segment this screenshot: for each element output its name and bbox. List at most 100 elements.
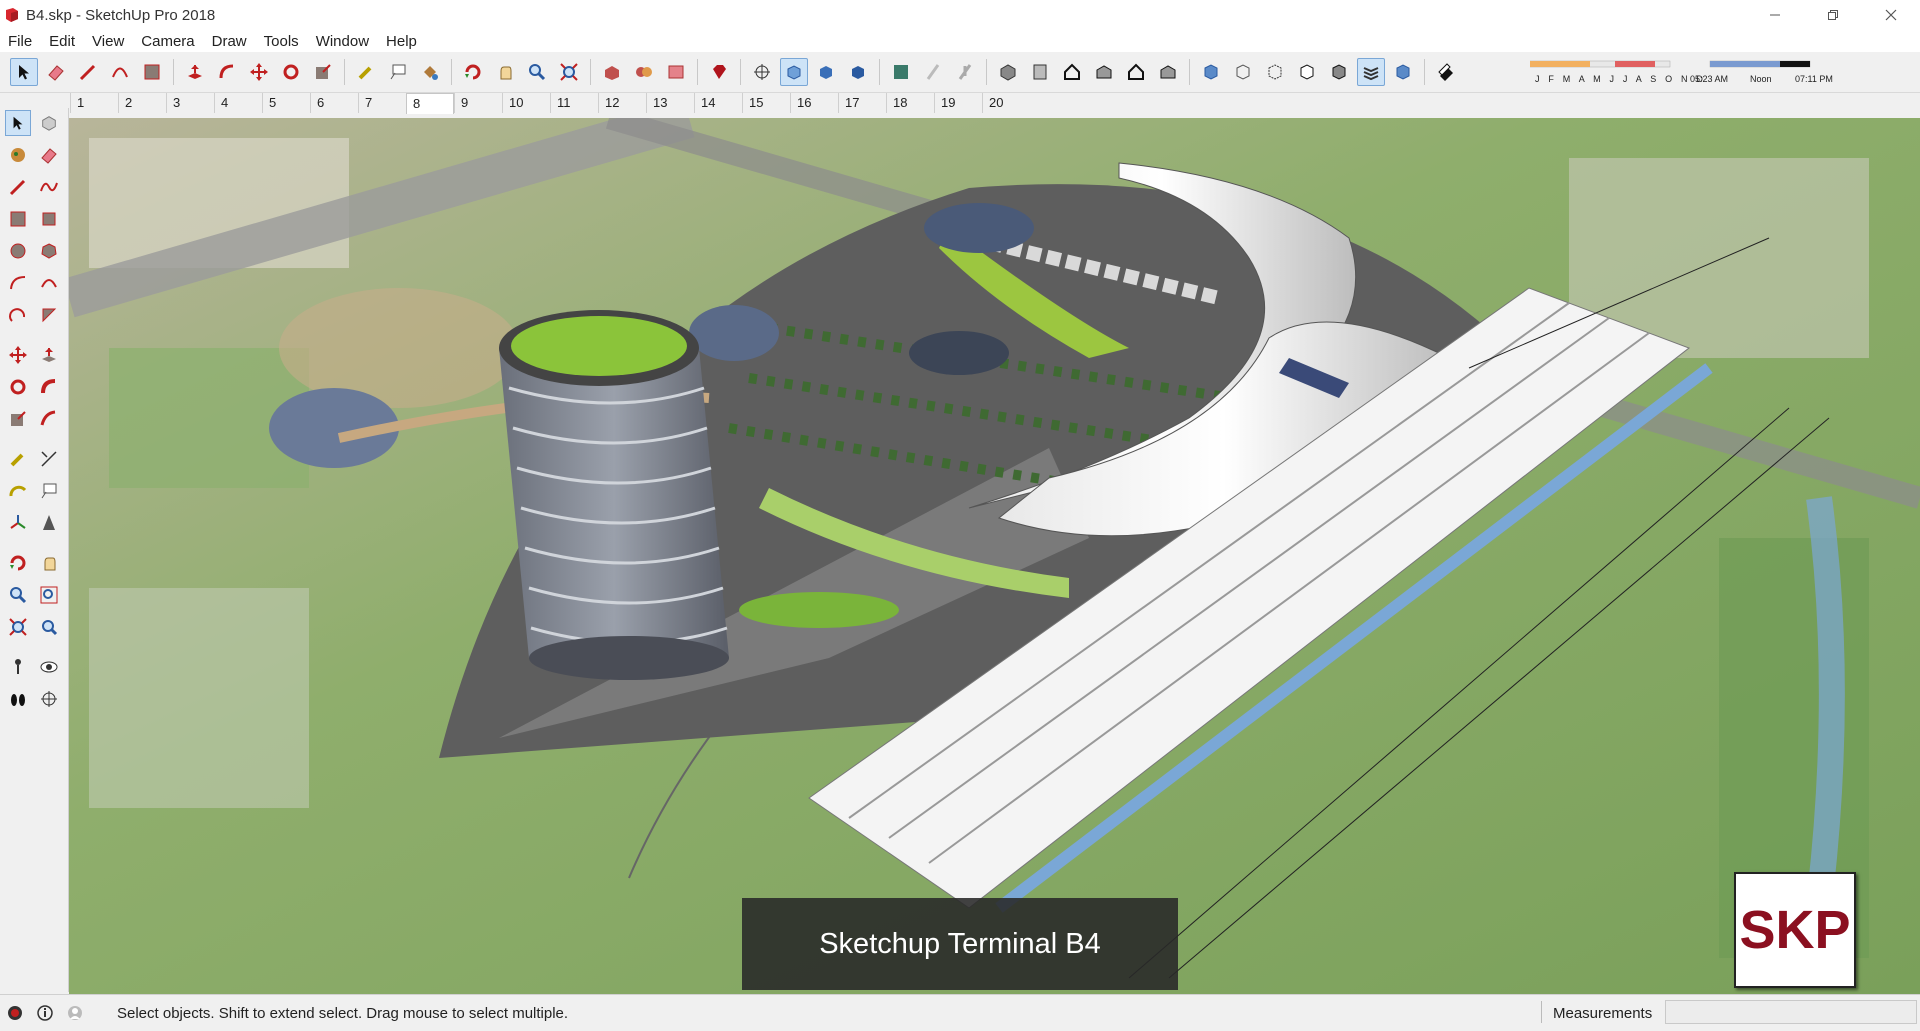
monochrome-button[interactable] [919, 58, 947, 86]
tape-measure-tool-button[interactable] [352, 58, 380, 86]
scene-tab-13[interactable]: 13 [646, 93, 695, 113]
scene-tab-16[interactable]: 16 [790, 93, 839, 113]
lt-axes[interactable] [5, 510, 31, 536]
style-xray-button[interactable] [1197, 58, 1225, 86]
line-tool-button[interactable] [74, 58, 102, 86]
paint-bucket-tool-button[interactable] [416, 58, 444, 86]
lt-eraser[interactable] [36, 142, 62, 168]
credits-button[interactable] [36, 1004, 54, 1022]
lt-polygon[interactable] [36, 238, 62, 264]
scene-tab-14[interactable]: 14 [694, 93, 743, 113]
scene-tab-4[interactable]: 4 [214, 93, 263, 113]
scene-tab-19[interactable]: 19 [934, 93, 983, 113]
lt-pan[interactable] [36, 550, 62, 576]
menu-edit[interactable]: Edit [41, 33, 84, 50]
menu-tools[interactable]: Tools [256, 33, 308, 50]
lt-protractor[interactable] [5, 478, 31, 504]
lt-section-plane[interactable] [36, 686, 62, 712]
push-pull-tool-button[interactable] [181, 58, 209, 86]
menu-draw[interactable]: Draw [204, 33, 256, 50]
left-view-button[interactable] [1154, 58, 1182, 86]
lt-orbit[interactable] [5, 550, 31, 576]
soften-button[interactable] [951, 58, 979, 86]
scene-tab-17[interactable]: 17 [838, 93, 887, 113]
iso-view-button[interactable] [994, 58, 1022, 86]
lt-rotated-rectangle[interactable] [36, 206, 62, 232]
style-backedges-button[interactable] [1229, 58, 1257, 86]
top-view-button[interactable] [1026, 58, 1054, 86]
style-monochrome-button[interactable] [1389, 58, 1417, 86]
lt-offset[interactable] [36, 406, 62, 432]
move-tool-button[interactable] [245, 58, 273, 86]
menu-camera[interactable]: Camera [133, 33, 203, 50]
orbit-tool-button[interactable] [459, 58, 487, 86]
follow-me-tool-button[interactable] [213, 58, 241, 86]
lt-rotate[interactable] [5, 374, 31, 400]
minimize-button[interactable] [1746, 0, 1804, 30]
lt-select[interactable] [5, 110, 31, 136]
scene-tab-10[interactable]: 10 [502, 93, 551, 113]
lt-pie[interactable] [36, 302, 62, 328]
back-view-button[interactable] [1122, 58, 1150, 86]
extension-warehouse-button[interactable] [630, 58, 658, 86]
restore-button[interactable] [1804, 0, 1862, 30]
scale-tool-button[interactable] [309, 58, 337, 86]
lt-look-around[interactable] [36, 654, 62, 680]
layout-button[interactable] [662, 58, 690, 86]
menu-file[interactable]: File [0, 33, 41, 50]
scene-tab-12[interactable]: 12 [598, 93, 647, 113]
lt-3d-text[interactable] [36, 510, 62, 536]
lt-text[interactable] [36, 478, 62, 504]
lt-position-camera[interactable] [5, 654, 31, 680]
scene-tab-11[interactable]: 11 [550, 93, 599, 113]
scene-tab-5[interactable]: 5 [262, 93, 311, 113]
lt-follow-me[interactable] [36, 374, 62, 400]
lt-zoom-window[interactable] [36, 582, 62, 608]
x-ray-button[interactable] [780, 58, 808, 86]
scene-tab-6[interactable]: 6 [310, 93, 359, 113]
lt-three-point-arc[interactable] [5, 302, 31, 328]
style-textured-button[interactable] [1357, 58, 1385, 86]
shadows-toggle-button[interactable] [1432, 58, 1460, 86]
text-tool-button[interactable] [384, 58, 412, 86]
lt-previous-view[interactable] [36, 614, 62, 640]
wireframe-button[interactable] [844, 58, 872, 86]
scene-tab-3[interactable]: 3 [166, 93, 215, 113]
style-wireframe-button[interactable] [1261, 58, 1289, 86]
lt-circle[interactable] [5, 238, 31, 264]
lt-arc[interactable] [5, 270, 31, 296]
lt-two-point-arc[interactable] [36, 270, 62, 296]
scene-tab-18[interactable]: 18 [886, 93, 935, 113]
front-view-button[interactable] [1058, 58, 1086, 86]
shadow-date-slider[interactable] [1530, 58, 1870, 72]
section-plane-button[interactable] [748, 58, 776, 86]
menu-view[interactable]: View [84, 33, 133, 50]
lt-rectangle[interactable] [5, 206, 31, 232]
right-view-button[interactable] [1090, 58, 1118, 86]
lt-make-component[interactable] [36, 110, 62, 136]
zoom-tool-button[interactable] [523, 58, 551, 86]
close-button[interactable] [1862, 0, 1920, 30]
model-viewport[interactable]: Sketchup Terminal B4 SKP [69, 118, 1920, 994]
user-button[interactable] [66, 1004, 84, 1022]
geo-location-button[interactable] [6, 1004, 24, 1022]
lt-walk[interactable] [5, 686, 31, 712]
arc-tool-button[interactable] [106, 58, 134, 86]
style-hidden-button[interactable] [1293, 58, 1321, 86]
scene-tab-8[interactable]: 8 [406, 93, 454, 114]
eraser-tool-button[interactable] [42, 58, 70, 86]
texture-button[interactable] [887, 58, 915, 86]
scene-tab-7[interactable]: 7 [358, 93, 407, 113]
warehouse-button[interactable] [598, 58, 626, 86]
lt-scale[interactable] [5, 406, 31, 432]
measurements-input[interactable] [1665, 1000, 1917, 1024]
scene-tab-15[interactable]: 15 [742, 93, 791, 113]
scene-tab-2[interactable]: 2 [118, 93, 167, 113]
select-tool-button[interactable] [10, 58, 38, 86]
scene-tab-1[interactable]: 1 [70, 93, 119, 113]
lt-line[interactable] [5, 174, 31, 200]
menu-help[interactable]: Help [378, 33, 426, 50]
lt-paint-bucket[interactable] [5, 142, 31, 168]
ruby-console-button[interactable] [705, 58, 733, 86]
lt-tape-measure[interactable] [5, 446, 31, 472]
